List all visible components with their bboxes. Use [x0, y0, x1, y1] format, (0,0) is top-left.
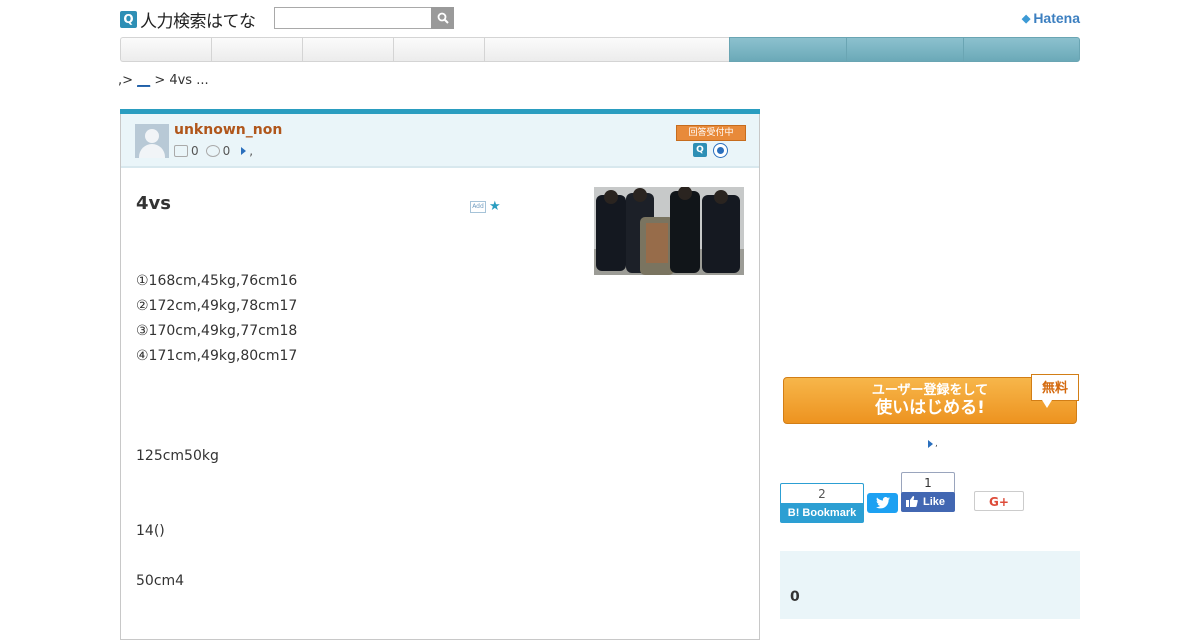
logo-text: 人力検索はてな: [140, 11, 256, 32]
free-badge-tail: [1042, 400, 1052, 408]
avatar[interactable]: [135, 124, 169, 158]
free-badge: 無料: [1031, 374, 1079, 401]
hatena-bookmark-button[interactable]: B! Bookmark: [780, 503, 864, 523]
nav-item-1[interactable]: [120, 37, 211, 62]
nav-item-5[interactable]: [484, 37, 729, 62]
signup-line2: 使いはじめる!: [875, 398, 985, 418]
answer-count-icon: [174, 145, 188, 157]
breadcrumb-link[interactable]: __: [137, 73, 150, 88]
hatena-brand-link[interactable]: ◆ Hatena: [1022, 10, 1080, 26]
twitter-icon: [875, 497, 890, 509]
username-link[interactable]: unknown_non: [174, 122, 282, 138]
sidebar-link-suffix: ,: [935, 439, 938, 449]
question-line: 50cm4: [136, 573, 185, 589]
hatena-bird-icon: ◆: [1021, 12, 1031, 25]
search-icon: [437, 12, 449, 24]
arrow-right-icon: [928, 440, 933, 448]
point-count: 0: [222, 144, 231, 158]
question-photo[interactable]: [594, 187, 744, 275]
profile-arrow-icon[interactable]: [241, 147, 247, 155]
add-star-icon[interactable]: Add: [470, 200, 486, 213]
sidebar-info-box: 0: [780, 551, 1080, 619]
point-count-icon: [205, 145, 220, 157]
question-line: ②172cm,49kg,78cm17: [136, 298, 298, 314]
thumbs-up-icon: [906, 496, 918, 507]
breadcrumb-prefix: ,>: [118, 73, 134, 88]
nav-item-2[interactable]: [211, 37, 302, 62]
user-stats: 0 0 ,: [174, 144, 253, 158]
nav-item-4[interactable]: [393, 37, 484, 62]
sidebar-more-link[interactable]: ,: [928, 439, 938, 449]
question-line: 14(): [136, 523, 165, 539]
question-header: unknown_non 0 0 , 回答受付中 Q: [121, 114, 759, 168]
question-line: ①168cm,45kg,76cm16: [136, 273, 298, 289]
nav-blue-item-3[interactable]: [963, 37, 1080, 62]
nav-blue-item-2[interactable]: [846, 37, 963, 62]
breadcrumb: ,> __ > 4vs ...: [118, 73, 209, 88]
nav-blue-item-1[interactable]: [729, 37, 846, 62]
logo-q-icon: Q: [120, 10, 137, 28]
nav-item-3[interactable]: [302, 37, 393, 62]
google-plus-button[interactable]: G+: [974, 491, 1024, 511]
stats-suffix: ,: [249, 144, 254, 158]
tweet-button[interactable]: [867, 493, 898, 513]
category-icon[interactable]: [713, 143, 728, 158]
breadcrumb-current: > 4vs ...: [154, 73, 209, 88]
site-logo[interactable]: Q 人力検索はてな: [120, 6, 256, 32]
search-button[interactable]: [431, 7, 454, 29]
global-nav: [120, 37, 1080, 62]
question-line: 125cm50kg: [136, 448, 219, 464]
question-title: 4vs: [136, 193, 171, 214]
hatena-brand-text: Hatena: [1033, 10, 1080, 26]
question-line: ③170cm,49kg,77cm18: [136, 323, 298, 339]
question-line: ④171cm,49kg,80cm17: [136, 348, 298, 364]
sidebar-box-value: 0: [790, 589, 800, 605]
like-count: 1: [901, 472, 955, 494]
star-icon[interactable]: ★: [489, 199, 501, 214]
star-area: Add ★: [470, 199, 501, 214]
hatena-q-icon[interactable]: Q: [693, 143, 707, 157]
bookmark-count: 2: [780, 483, 864, 504]
answer-count: 0: [191, 144, 199, 158]
status-badge: 回答受付中: [676, 125, 746, 141]
search-input[interactable]: [274, 7, 434, 29]
question-box: unknown_non 0 0 , 回答受付中 Q 4vs Add ★ ①168…: [120, 109, 760, 640]
